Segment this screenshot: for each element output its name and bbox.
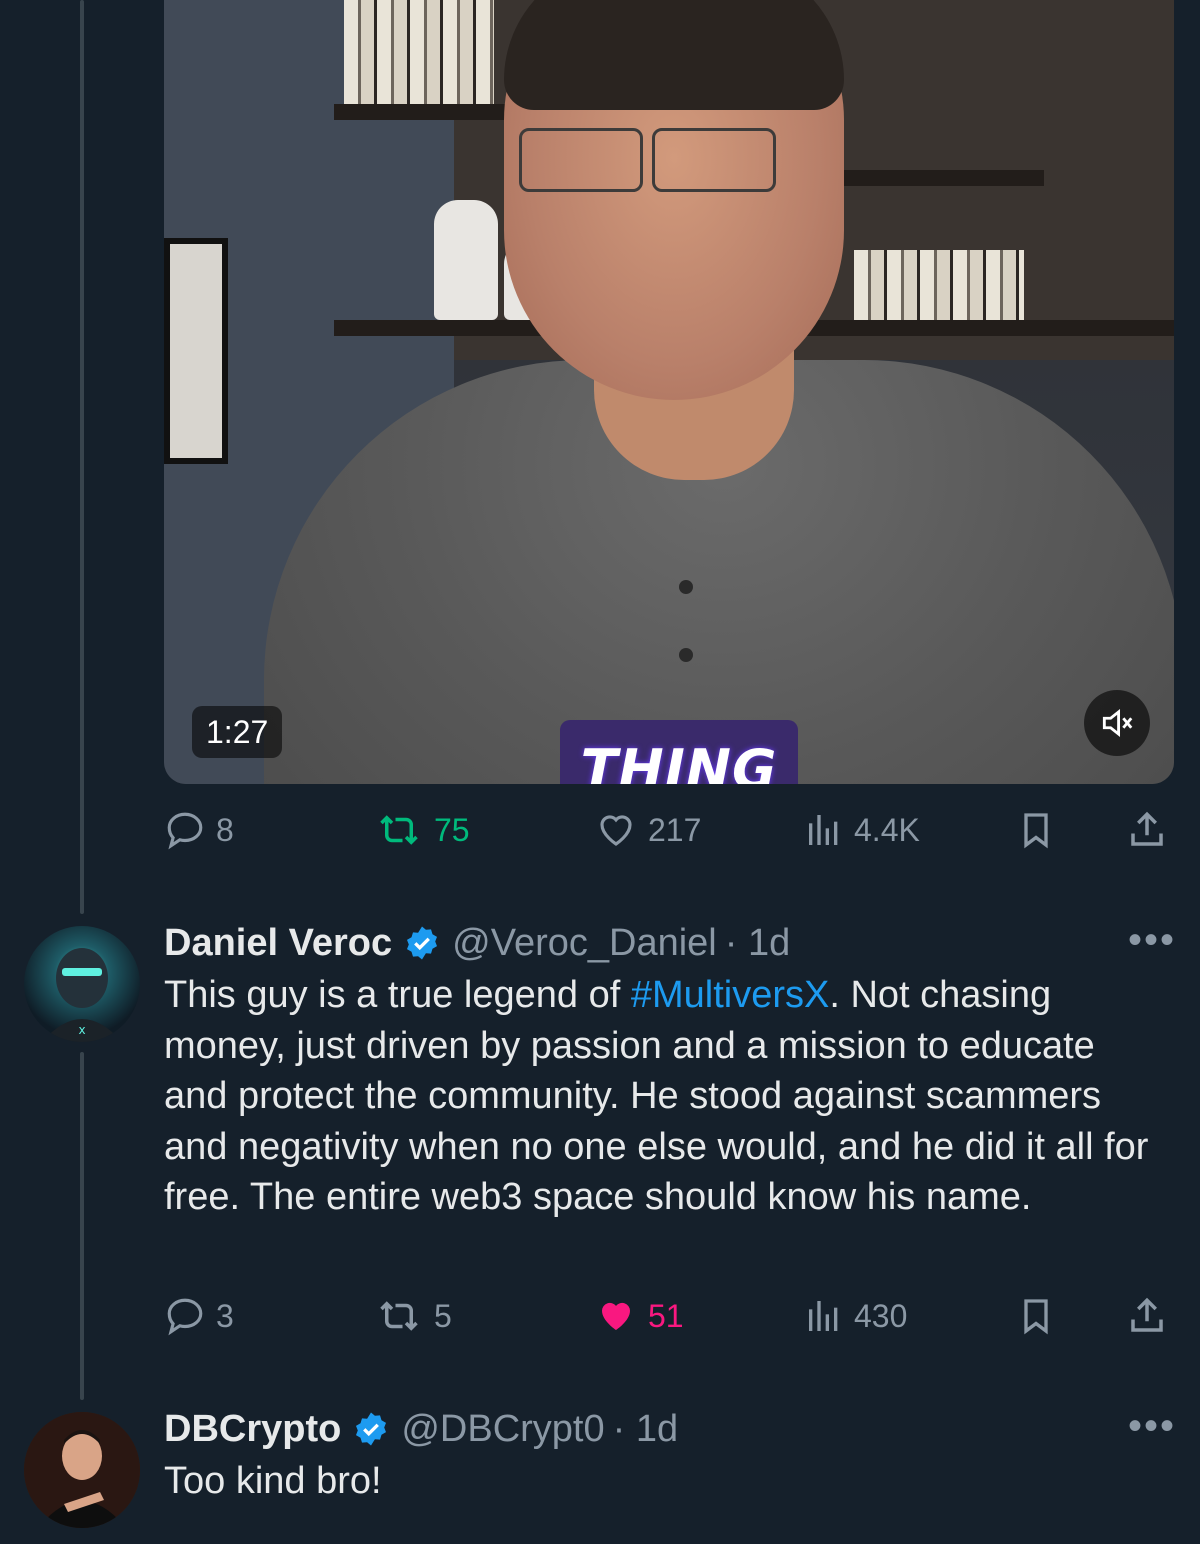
like-button[interactable]: 51	[594, 1286, 684, 1346]
like-count: 217	[648, 811, 702, 848]
reply-button[interactable]: 3	[164, 1286, 234, 1346]
repost-icon	[380, 1301, 418, 1331]
bookmark-button[interactable]	[1016, 1286, 1056, 1346]
reply1-text-start: This guy is a true legend of	[164, 974, 631, 1016]
speaker-muted-icon	[1102, 708, 1133, 738]
bookmark-button[interactable]	[1016, 800, 1056, 860]
glasses-left	[519, 128, 643, 192]
author-handle[interactable]: @Veroc_Daniel	[452, 922, 717, 965]
reply-icon	[167, 812, 203, 850]
post-time[interactable]: · 1d	[725, 922, 790, 965]
share-button[interactable]	[1126, 1286, 1168, 1346]
views-icon	[809, 815, 838, 845]
bookmark-icon	[1024, 1299, 1048, 1335]
reply2-header: DBCrypto @DBCrypt0 · 1d	[164, 1404, 678, 1454]
author-name[interactable]: Daniel Veroc	[164, 922, 392, 965]
hashtag-link[interactable]: #MultiversX	[631, 974, 830, 1016]
reply1-actions: 3 5 51 430	[164, 1286, 1174, 1346]
video-player[interactable]: THING 1:27	[164, 0, 1174, 784]
thread-line-top	[80, 0, 84, 914]
svg-text:x: x	[78, 1023, 85, 1037]
video-caption-text: THING	[580, 738, 778, 784]
like-icon	[600, 815, 632, 846]
reply2-text: Too kind bro!	[164, 1460, 382, 1502]
like-button[interactable]: 217	[594, 800, 701, 860]
glasses-right	[652, 128, 776, 192]
repost-icon	[380, 815, 418, 845]
repost-button[interactable]: 75	[374, 800, 470, 860]
more-icon[interactable]: •••	[1128, 918, 1176, 963]
views-button[interactable]: 430	[804, 1286, 907, 1346]
person-hair	[504, 0, 844, 110]
reply1-text: This guy is a true legend of #MultiversX…	[164, 970, 1164, 1223]
books	[344, 0, 494, 104]
views-icon	[809, 1301, 838, 1331]
author-name[interactable]: DBCrypto	[164, 1408, 341, 1451]
bookmark-icon	[1024, 813, 1048, 849]
share-icon	[1131, 1297, 1163, 1332]
thread-line-middle	[80, 1052, 84, 1400]
verified-badge-icon	[404, 925, 440, 961]
reply-count: 8	[216, 811, 234, 848]
reply-button[interactable]: 8	[164, 800, 234, 860]
post-time[interactable]: · 1d	[613, 1408, 678, 1451]
views-count: 430	[854, 1297, 908, 1334]
reply-count: 3	[216, 1297, 234, 1334]
avatar-image: x	[42, 948, 122, 1042]
video-duration: 1:27	[192, 706, 283, 758]
repost-count: 75	[434, 811, 470, 848]
more-icon[interactable]: •••	[1128, 1404, 1176, 1449]
reply-icon	[167, 1298, 203, 1336]
like-icon	[602, 1302, 630, 1330]
avatar-daniel-veroc[interactable]: x	[24, 926, 140, 1042]
reply1-header: Daniel Veroc @Veroc_Daniel · 1d	[164, 918, 790, 968]
views-count: 4.4K	[854, 811, 920, 848]
avatar-dbcrypto[interactable]	[24, 1412, 140, 1528]
author-handle[interactable]: @DBCrypt0	[401, 1408, 604, 1451]
vase	[434, 200, 498, 320]
shirt-button	[679, 648, 693, 662]
views-button[interactable]: 4.4K	[804, 800, 920, 860]
repost-button[interactable]: 5	[374, 1286, 452, 1346]
verified-badge-icon	[353, 1411, 389, 1447]
like-count: 51	[648, 1297, 684, 1334]
mute-button[interactable]	[1084, 690, 1150, 756]
share-button[interactable]	[1126, 800, 1168, 860]
shirt-button	[679, 580, 693, 594]
picture-frame	[164, 238, 228, 464]
repost-count: 5	[434, 1297, 452, 1334]
share-icon	[1131, 811, 1163, 846]
post-actions: 8 75 217 4.4K	[164, 800, 1174, 860]
avatar-image	[24, 1412, 140, 1528]
video-caption: THING	[560, 720, 798, 784]
